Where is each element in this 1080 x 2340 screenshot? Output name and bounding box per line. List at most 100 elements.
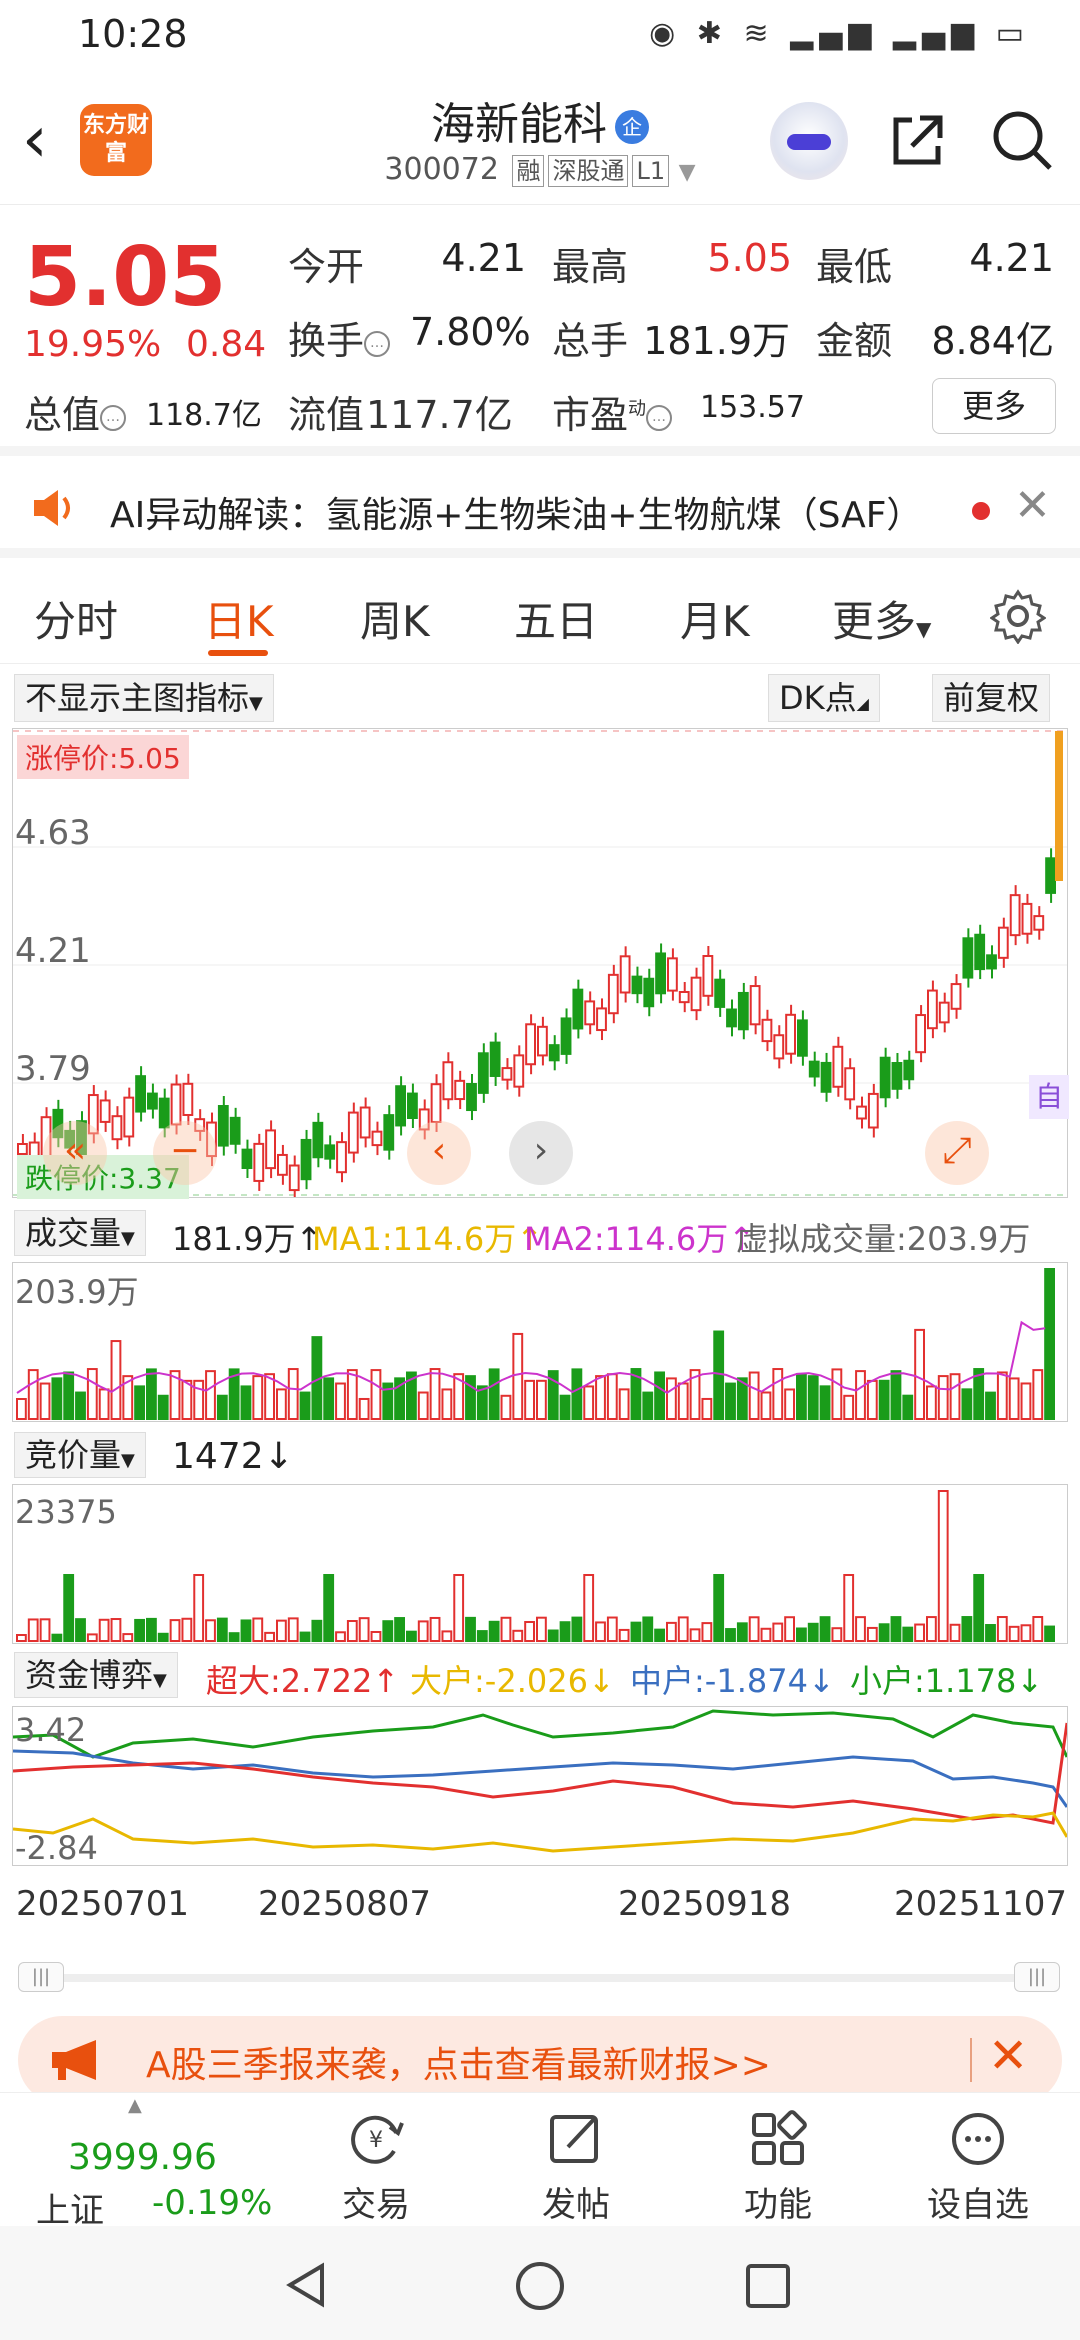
volume-bar (642, 1616, 654, 1643)
adjust-select[interactable]: 前复权 (932, 674, 1051, 722)
volume-bar (205, 1619, 216, 1643)
volume-bar (606, 1616, 618, 1642)
fund-super: 超大:2.722↑ (206, 1662, 400, 1700)
fund-flow-header: 资金博弈▼ 超大:2.722↑ 大户:-2.026↓ 中户:-1.874↓ 小户… (0, 1648, 1080, 1704)
volume-bar (914, 1328, 926, 1420)
info-icon[interactable]: … (100, 404, 127, 431)
candle (288, 1164, 300, 1192)
tab-more[interactable]: 更多▼ (832, 588, 931, 649)
volume-bar (595, 1621, 606, 1642)
candle (336, 1141, 347, 1174)
bottom-nav: ▲ 3999.96 上证 -0.19% ¥ 交易 发帖 功能 设自选 (0, 2092, 1080, 2231)
range-handle-left[interactable]: ||| (18, 1962, 64, 1992)
nav-trade[interactable]: ¥ 交易 (306, 2103, 446, 2226)
nav-functions[interactable]: 功能 (708, 2103, 848, 2226)
back-triangle-icon[interactable] (282, 2260, 332, 2310)
bid-volume-chart[interactable]: 23375 (12, 1484, 1068, 1644)
nav-add-watchlist[interactable]: 设自选 (908, 2103, 1048, 2226)
turnover-label: 换手… (288, 310, 391, 365)
candle (714, 978, 726, 1008)
info-icon[interactable]: … (364, 330, 391, 357)
close-icon[interactable]: ✕ (1014, 480, 1051, 531)
volume-bar (571, 1368, 583, 1421)
volume-chart[interactable]: 203.9万 (12, 1262, 1068, 1422)
indicator-select[interactable]: 不显示主图指标▼ (14, 674, 274, 722)
small-line (13, 1709, 1067, 1759)
gear-icon[interactable] (990, 588, 1046, 644)
search-icon[interactable] (988, 106, 1054, 172)
trade-icon: ¥ (351, 2115, 404, 2164)
fund-indicator-select[interactable]: 资金博弈▼ (14, 1652, 178, 1698)
candle (253, 1142, 265, 1182)
index-name[interactable]: 上证 (36, 2183, 104, 2232)
volume-bar (205, 1370, 216, 1421)
share-icon[interactable] (886, 108, 950, 172)
volume-bar (630, 1621, 642, 1643)
volume-bar (961, 1616, 973, 1643)
stock-name: 海新能科 (431, 99, 607, 150)
range-track[interactable] (56, 1974, 1024, 1982)
candle (584, 1000, 596, 1026)
volume-bar (299, 1631, 311, 1643)
caret-up-icon: ▲ (128, 2095, 142, 2116)
y-label: 3.79 (15, 1049, 91, 1089)
volume-bar (654, 1628, 666, 1643)
more-button[interactable]: 更多 (932, 378, 1056, 434)
candle (596, 1007, 607, 1032)
svg-text:¥: ¥ (369, 2128, 383, 2153)
volume-bar (453, 1574, 465, 1642)
volume-value: 181.9万 (643, 319, 790, 363)
report-banner[interactable]: A股三季报来袭，点击查看最新财报>> ✕ (18, 2016, 1062, 2104)
recents-square-icon[interactable] (744, 2262, 792, 2310)
expand-icon[interactable]: ⤢ (925, 1121, 989, 1185)
home-circle-icon[interactable] (514, 2260, 566, 2312)
zoom-out-icon[interactable]: − (153, 1121, 217, 1185)
close-icon[interactable]: ✕ (988, 2028, 1028, 2084)
kline-chart[interactable]: 涨停价:5.05 4.63 4.21 3.79 跌停价:3.37 « − ‹ ›… (12, 728, 1069, 1199)
assistant-avatar[interactable] (770, 102, 848, 180)
y-label: 4.63 (15, 813, 91, 853)
bid-indicator-select[interactable]: 竞价量▼ (14, 1432, 146, 1478)
volume-bar (784, 1616, 796, 1642)
candle (217, 1105, 229, 1147)
info-icon[interactable]: … (646, 404, 673, 431)
chevron-left-icon[interactable]: ‹ (407, 1121, 471, 1185)
fund-small: 小户:1.178↓ (850, 1662, 1044, 1700)
volume-indicator-select[interactable]: 成交量▼ (14, 1210, 146, 1256)
candle (950, 983, 962, 1010)
quote-panel: 5.05 19.95% 0.84 今开 4.21 最高 5.05 最低 4.21… (0, 206, 1080, 456)
rewind-icon[interactable]: « (43, 1121, 107, 1185)
range-handle-right[interactable]: ||| (1014, 1962, 1060, 1992)
volume-bar (122, 1633, 134, 1643)
candle (785, 1013, 797, 1055)
tab-monthly-k[interactable]: 月K (680, 588, 750, 649)
volume-bar (39, 1382, 51, 1420)
float-value: 117.7亿 (366, 393, 513, 437)
volume-bar (193, 1574, 205, 1642)
ai-insight-bar[interactable]: AI异动解读：氢能源+生物柴油+生物航煤（SAF） ✕ (0, 466, 1080, 558)
tab-intraday[interactable]: 分时 (34, 588, 118, 649)
volume-bar (110, 1340, 122, 1420)
volume-bar (75, 1391, 86, 1421)
low-label: 最低 (816, 245, 893, 289)
volume-bar (16, 1634, 27, 1642)
fund-large: 大户:-2.026↓ (410, 1662, 615, 1700)
candle (407, 1092, 418, 1119)
chevron-right-icon[interactable]: › (509, 1121, 573, 1185)
candle (324, 1144, 336, 1160)
candle (395, 1085, 407, 1127)
fund-flow-chart[interactable]: 3.42 -2.84 (12, 1706, 1068, 1867)
range-slider[interactable]: ||| ||| (0, 1960, 1080, 1994)
candle (1021, 902, 1033, 935)
index-change[interactable]: -0.19% (152, 2183, 272, 2223)
candle (879, 1056, 891, 1099)
tab-five-day[interactable]: 五日 (514, 588, 598, 649)
candle (678, 990, 690, 1004)
nav-post[interactable]: 发帖 (506, 2103, 646, 2226)
custom-marker[interactable]: 自 (1029, 1075, 1069, 1119)
caret-down-icon: ▼ (916, 617, 932, 641)
tab-daily-k[interactable]: 日K (204, 588, 274, 649)
tab-weekly-k[interactable]: 周K (360, 588, 430, 649)
dk-point-select[interactable]: DK点◢ (768, 674, 880, 722)
index-value[interactable]: 3999.96 (68, 2137, 217, 2178)
